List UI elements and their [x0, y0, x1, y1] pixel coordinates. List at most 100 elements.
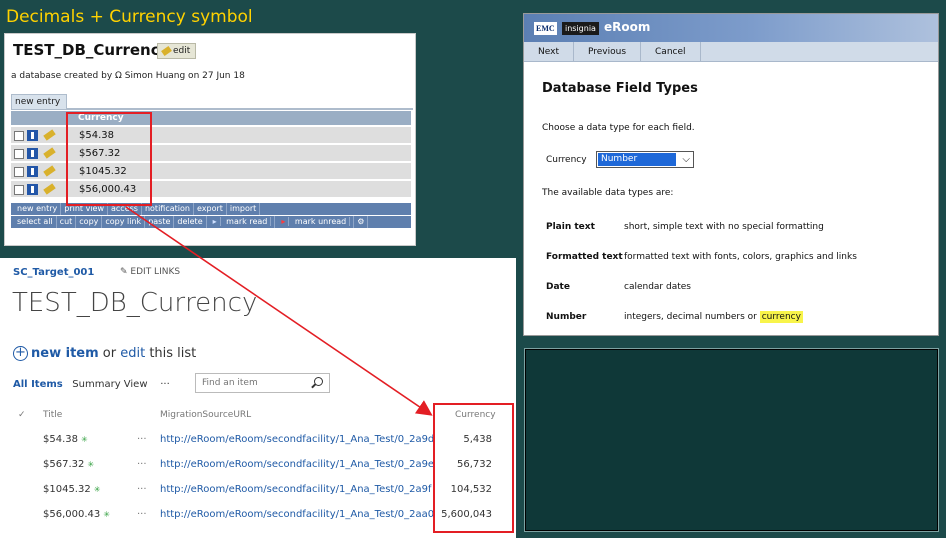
- info-icon[interactable]: [27, 166, 38, 177]
- mark-read-label: mark read: [223, 217, 272, 226]
- mark-unread-label: mark unread: [291, 217, 351, 226]
- type-name: Formatted text: [546, 252, 623, 262]
- row-url-link[interactable]: http://eRoom/eRoom/secondfacility/1_Ana_…: [160, 429, 434, 451]
- edit-tag-icon[interactable]: [43, 165, 56, 177]
- cancel-button[interactable]: Cancel: [641, 42, 701, 61]
- search-box[interactable]: [195, 373, 330, 393]
- type-row-plain-text: Plain text short, simple text with no spe…: [546, 222, 824, 232]
- row-title[interactable]: $54.38 ✳: [43, 429, 88, 451]
- field-label: Currency: [546, 155, 587, 165]
- this-list-text: this list: [145, 346, 197, 361]
- or-text: or: [98, 346, 121, 361]
- title-text: $567.32: [43, 459, 85, 470]
- title-text: $54.38: [43, 434, 78, 445]
- row-checkbox[interactable]: [14, 149, 24, 159]
- pencil-icon: [161, 45, 172, 56]
- info-icon[interactable]: [27, 130, 38, 141]
- edit-list-link[interactable]: edit: [120, 346, 145, 361]
- highlight-box-eroom-values: [66, 112, 152, 206]
- insignia-logo: insignia: [562, 22, 599, 35]
- database-field-types-dialog: EMC insignia eRoom Next Previous Cancel …: [523, 13, 939, 336]
- available-types-label: The available data types are:: [542, 188, 674, 198]
- edit-tag-icon[interactable]: [43, 147, 56, 159]
- info-icon[interactable]: [27, 148, 38, 159]
- row-checkbox[interactable]: [14, 131, 24, 141]
- toolbar-delete[interactable]: delete: [174, 216, 207, 228]
- slide-title: Decimals + Currency symbol: [6, 7, 253, 27]
- more-views-icon[interactable]: ···: [160, 379, 170, 390]
- toolbar-paste[interactable]: paste: [145, 216, 175, 228]
- header-migration-source-url[interactable]: MigrationSourceURL: [160, 410, 251, 420]
- dialog-nav: Next Previous Cancel: [524, 42, 938, 62]
- type-name: Date: [546, 282, 570, 292]
- type-desc: integers, decimal numbers or: [624, 312, 760, 322]
- view-selector: All Items Summary View ···: [13, 379, 170, 390]
- row-title[interactable]: $56,000.43 ✳: [43, 504, 110, 526]
- info-icon[interactable]: [27, 184, 38, 195]
- row-menu-icon[interactable]: ···: [137, 454, 147, 476]
- edit-button-label: edit: [173, 46, 191, 56]
- next-button[interactable]: Next: [524, 42, 574, 61]
- search-input[interactable]: [196, 374, 308, 392]
- edit-button[interactable]: edit: [157, 43, 197, 59]
- new-badge-icon: ✳: [81, 435, 88, 444]
- toolbar-cut[interactable]: cut: [57, 216, 77, 228]
- type-row-formatted-text: Formatted textformatted text with fonts,…: [546, 252, 857, 262]
- new-badge-icon: ✳: [93, 485, 101, 494]
- row-url-link[interactable]: http://eRoom/eRoom/secondfacility/1_Ana_…: [160, 504, 434, 526]
- row-menu-icon[interactable]: ···: [137, 429, 147, 451]
- toolbar-import[interactable]: import: [227, 203, 261, 215]
- previous-button[interactable]: Previous: [574, 42, 642, 61]
- edit-tag-icon[interactable]: [43, 129, 56, 141]
- toolbar-copy-link[interactable]: copy link: [102, 216, 146, 228]
- instruction-text: Choose a data type for each field.: [542, 123, 695, 133]
- plus-circle-icon[interactable]: +: [13, 346, 28, 361]
- toolbar-export[interactable]: export: [194, 203, 227, 215]
- toolbar-new-entry[interactable]: new entry: [14, 203, 62, 215]
- view-all-items[interactable]: All Items: [13, 379, 63, 390]
- new-item-link[interactable]: new item: [31, 346, 99, 361]
- currency-highlight: currency: [759, 311, 803, 323]
- play-arrow-icon: ▸: [209, 217, 221, 226]
- list-title: TEST_DB_Currency: [12, 288, 258, 318]
- type-desc: short, simple text with no special forma…: [624, 222, 824, 232]
- new-badge-icon: ✳: [87, 460, 95, 469]
- type-desc: formatted text with fonts, colors, graph…: [624, 252, 857, 262]
- row-menu-icon[interactable]: ···: [137, 479, 147, 501]
- title-text: $56,000.43: [43, 509, 101, 520]
- emc-logo: EMC: [534, 22, 557, 35]
- search-icon[interactable]: [314, 377, 323, 386]
- row-title[interactable]: $1045.32 ✳: [43, 479, 100, 501]
- type-row-date: Date calendar dates: [546, 282, 691, 292]
- view-summary[interactable]: Summary View: [72, 379, 147, 390]
- toolbar-select-all[interactable]: select all: [14, 216, 57, 228]
- created-by-text: a database created by Ω Simon Huang on 2…: [11, 71, 245, 81]
- edit-tag-icon[interactable]: [43, 183, 56, 195]
- new-item-bar: + new item or edit this list: [13, 346, 196, 361]
- row-checkbox[interactable]: [14, 185, 24, 195]
- row-url-link[interactable]: http://eRoom/eRoom/secondfacility/1_Ana_…: [160, 454, 434, 476]
- header-check-icon[interactable]: ✓: [18, 410, 26, 420]
- row-url-link[interactable]: http://eRoom/eRoom/secondfacility/1_Ana_…: [160, 479, 434, 501]
- pencil-icon: ✎: [120, 267, 128, 277]
- row-checkbox[interactable]: [14, 167, 24, 177]
- database-title: TEST_DB_Currency: [13, 41, 170, 59]
- toolbar-mark-unread[interactable]: ▸ mark unread: [275, 216, 355, 228]
- empty-dark-panel: [524, 348, 939, 532]
- new-entry-tab[interactable]: new entry: [11, 94, 67, 110]
- header-title[interactable]: Title: [43, 410, 62, 420]
- site-name-link[interactable]: SC_Target_001: [13, 267, 94, 278]
- type-row-number: Number integers, decimal numbers or curre…: [546, 311, 803, 323]
- field-type-select[interactable]: Number ⌵: [596, 151, 694, 168]
- chevron-down-icon[interactable]: ⌵: [682, 154, 690, 165]
- dialog-title: Database Field Types: [542, 81, 698, 96]
- toolbar-copy[interactable]: copy: [76, 216, 103, 228]
- settings-icon[interactable]: ⚙: [354, 216, 369, 228]
- row-title[interactable]: $567.32 ✳: [43, 454, 94, 476]
- eroom-banner: EMC insignia eRoom: [524, 14, 938, 42]
- toolbar-mark-read[interactable]: ▸ mark read: [207, 216, 276, 228]
- edit-links-label: EDIT LINKS: [130, 267, 181, 277]
- type-desc: calendar dates: [624, 282, 691, 292]
- edit-links-button[interactable]: ✎ EDIT LINKS: [120, 267, 180, 277]
- row-menu-icon[interactable]: ···: [137, 504, 147, 526]
